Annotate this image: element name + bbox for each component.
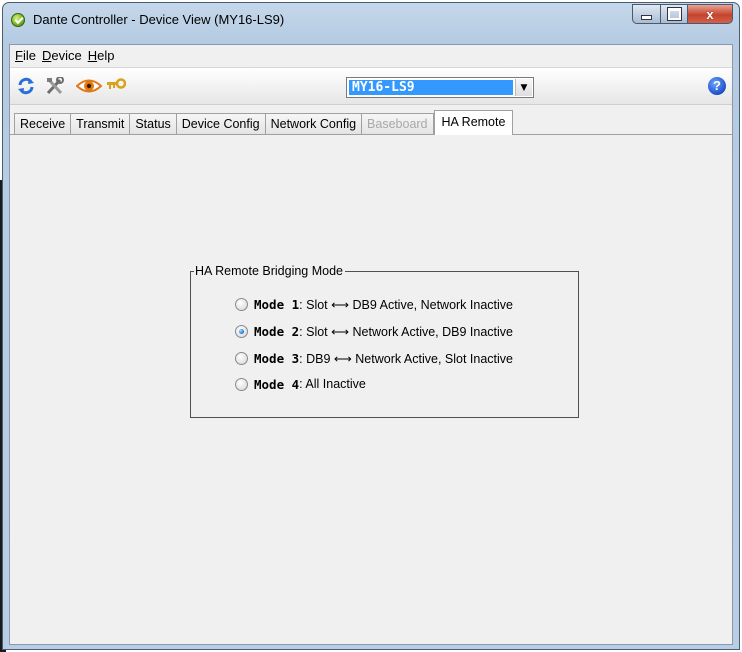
mode-1-radio[interactable]: [235, 297, 248, 311]
mode-3-radio[interactable]: [235, 351, 248, 365]
menu-device-accelerator: D: [41, 48, 52, 63]
close-icon: x: [706, 6, 714, 22]
toolbar: MY16-LS9 ▼ ?: [10, 67, 732, 105]
window-title: Dante Controller - Device View (MY16-LS9…: [33, 12, 285, 27]
app-window: Dante Controller - Device View (MY16-LS9…: [2, 2, 740, 650]
tab-status[interactable]: Status: [129, 113, 177, 135]
mode-1-description: : Slot ⟷ DB9 Active, Network Inactive: [299, 297, 513, 312]
menu-help[interactable]: Help: [85, 48, 118, 63]
title-bar[interactable]: Dante Controller - Device View (MY16-LS9…: [3, 3, 739, 37]
key-icon[interactable]: [106, 77, 126, 95]
chevron-down-icon[interactable]: ▼: [515, 79, 532, 96]
minimize-icon: [641, 15, 652, 20]
menu-device-label: evice: [51, 48, 82, 63]
menu-help-accelerator: H: [87, 48, 98, 63]
tab-ha-remote[interactable]: HA Remote: [433, 110, 514, 135]
mode-1-name: Mode 1: [254, 296, 300, 312]
refresh-icon[interactable]: [16, 77, 36, 95]
tab-network-config[interactable]: Network Config: [264, 113, 363, 135]
help-icon[interactable]: ?: [708, 77, 726, 95]
window-controls: x: [632, 4, 733, 24]
menu-file-label: ile: [22, 48, 36, 63]
ha-remote-panel: HA Remote Bridging Mode Mode 1 : Slot ⟷ …: [10, 134, 732, 644]
dante-app-icon: [11, 13, 25, 27]
menu-file[interactable]: File: [12, 48, 39, 63]
mode-3-description: : DB9 ⟷ Network Active, Slot Inactive: [299, 351, 513, 366]
mode-4-name: Mode 4: [254, 376, 300, 392]
mode-2-radio[interactable]: [235, 324, 248, 338]
close-button[interactable]: x: [687, 4, 733, 24]
tab-transmit[interactable]: Transmit: [70, 113, 131, 135]
mode-1-option[interactable]: Mode 1 : Slot ⟷ DB9 Active, Network Inac…: [235, 296, 513, 312]
menu-bar: File Device Help: [10, 45, 732, 66]
client-area: File Device Help MY16-LS9 ▼ ? Receive Tr…: [9, 44, 733, 645]
mode-2-name: Mode 2: [254, 323, 300, 339]
mode-3-option[interactable]: Mode 3 : DB9 ⟷ Network Active, Slot Inac…: [235, 350, 513, 366]
mode-3-name: Mode 3: [254, 350, 300, 366]
mode-4-description: : All Inactive: [299, 377, 366, 391]
group-title: HA Remote Bridging Mode: [194, 264, 345, 279]
menu-help-label: elp: [97, 48, 115, 63]
menu-file-accelerator: F: [15, 48, 23, 63]
mode-4-radio[interactable]: [235, 377, 248, 391]
eye-icon[interactable]: [76, 77, 102, 95]
menu-device[interactable]: Device: [39, 48, 85, 63]
tab-device-config[interactable]: Device Config: [175, 113, 266, 135]
device-select[interactable]: MY16-LS9 ▼: [346, 77, 534, 98]
mode-4-option[interactable]: Mode 4 : All Inactive: [235, 376, 366, 392]
tab-receive[interactable]: Receive: [14, 113, 72, 135]
maximize-button[interactable]: [660, 4, 687, 24]
maximize-icon: [667, 8, 681, 20]
bridging-mode-group: HA Remote Bridging Mode Mode 1 : Slot ⟷ …: [190, 264, 579, 418]
tab-baseboard: Baseboard: [361, 113, 434, 135]
tab-strip: Receive Transmit Status Device Config Ne…: [14, 110, 514, 135]
minimize-button[interactable]: [632, 4, 660, 24]
tools-icon[interactable]: [45, 77, 65, 95]
mode-2-option[interactable]: Mode 2 : Slot ⟷ Network Active, DB9 Inac…: [235, 323, 513, 339]
device-select-value: MY16-LS9: [349, 80, 513, 95]
mode-2-description: : Slot ⟷ Network Active, DB9 Inactive: [299, 324, 513, 339]
